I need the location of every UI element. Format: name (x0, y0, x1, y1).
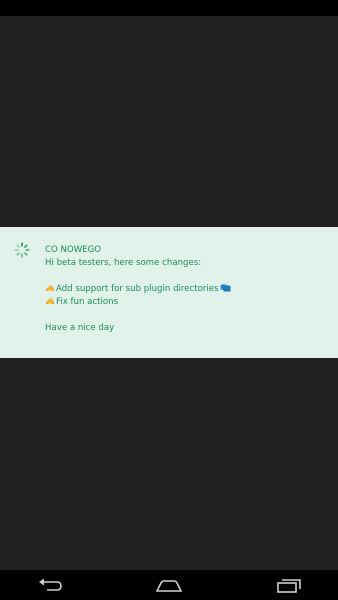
change-item: Add support for sub plugin directories (45, 283, 325, 296)
home-button[interactable] (154, 575, 184, 595)
dialog-message: CO NOWEGO Hi beta testers, here some cha… (45, 244, 325, 335)
back-button[interactable] (35, 575, 65, 595)
status-bar (0, 0, 338, 16)
dialog-intro: Hi beta testers, here some changes: (45, 258, 202, 268)
change-item-text: Add support for sub plugin directories (56, 284, 219, 294)
home-icon (155, 580, 183, 592)
dialog-outro: Have a nice day (45, 323, 115, 333)
fire-emoji-icon (46, 297, 54, 304)
recent-apps-button[interactable] (274, 575, 304, 595)
change-item: Fix fun actions (45, 296, 325, 309)
folder-emoji-icon (220, 284, 231, 292)
loading-spinner-icon (14, 242, 30, 258)
dialog-title: CO NOWEGO (45, 245, 102, 255)
back-arrow-icon (39, 578, 62, 591)
change-item-text: Fix fun actions (56, 297, 119, 307)
fire-emoji-icon (46, 284, 54, 291)
device-screen: CO NOWEGO Hi beta testers, here some cha… (0, 0, 338, 600)
navigation-bar (0, 570, 338, 600)
recent-apps-icon (277, 579, 301, 593)
